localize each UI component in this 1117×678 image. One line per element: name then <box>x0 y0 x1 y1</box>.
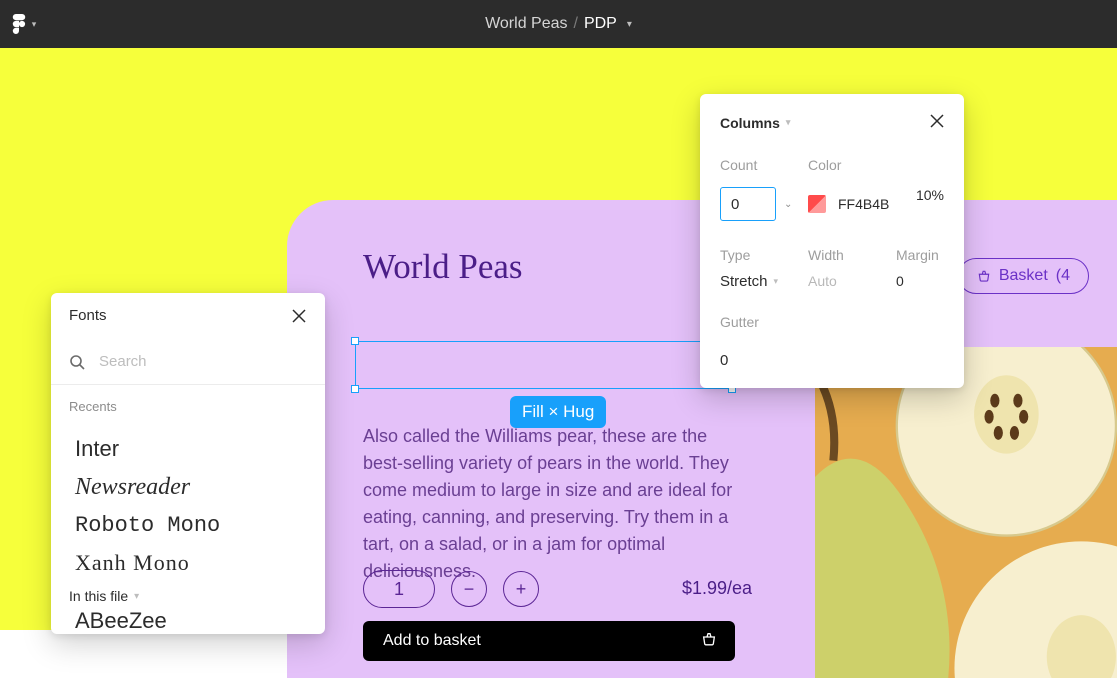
font-item[interactable]: Xanh Mono <box>51 544 325 582</box>
add-to-basket-label: Add to basket <box>383 632 481 650</box>
font-item[interactable]: ABeeZee <box>75 608 167 634</box>
font-item[interactable]: Roboto Mono <box>51 507 325 544</box>
product-description: Also called the Williams pear, these are… <box>363 423 743 585</box>
file-title: World Peas / PDP ▾ <box>0 15 1117 33</box>
gutter-value[interactable]: 0 <box>720 340 808 369</box>
figma-menu[interactable]: ▾ <box>0 14 48 34</box>
decrement-button[interactable]: − <box>451 571 487 607</box>
margin-value[interactable]: 0 <box>896 273 944 290</box>
font-search-input[interactable] <box>99 353 307 370</box>
chevron-down-icon: ▾ <box>786 117 791 128</box>
width-value: Auto <box>808 273 896 290</box>
resize-handle[interactable] <box>351 385 359 393</box>
font-item[interactable]: Inter <box>51 430 325 468</box>
close-button[interactable] <box>930 114 944 131</box>
search-icon <box>69 354 85 370</box>
type-label: Type <box>720 247 808 273</box>
columns-panel-title[interactable]: Columns ▾ <box>720 115 790 131</box>
count-label: Count <box>720 157 808 183</box>
color-hex[interactable]: FF4B4B <box>838 196 889 212</box>
chevron-down-icon: ▾ <box>134 591 139 602</box>
quantity-row: 1 − + <box>363 570 539 608</box>
chevron-down-icon[interactable]: ⌄ <box>784 199 792 210</box>
basket-count: (4 <box>1056 267 1070 285</box>
chevron-down-icon[interactable]: ▾ <box>627 19 632 30</box>
selection-outline[interactable] <box>355 341 732 389</box>
basket-button[interactable]: Basket (4 <box>958 258 1089 294</box>
font-item[interactable]: Newsreader <box>51 468 325 507</box>
columns-title-text: Columns <box>720 115 780 131</box>
count-input[interactable] <box>720 187 776 221</box>
chevron-down-icon: ▾ <box>32 19 37 30</box>
autolayout-badge: Fill × Hug <box>510 396 606 428</box>
close-button[interactable] <box>291 308 307 324</box>
brand-logo-text: World Peas <box>363 247 523 287</box>
recents-heading: Recents <box>51 385 325 420</box>
figma-icon <box>12 14 26 34</box>
increment-button[interactable]: + <box>503 571 539 607</box>
quantity-value: 1 <box>394 579 404 600</box>
recent-fonts-list: Inter Newsreader Roboto Mono Xanh Mono <box>51 420 325 584</box>
basket-icon <box>977 269 991 283</box>
canvas[interactable]: World Peas Shop file Basket (4 Also call… <box>0 48 1117 630</box>
resize-handle[interactable] <box>351 337 359 345</box>
columns-panel[interactable]: Columns ▾ Count Color ⌄ FF4B4B 10% Type … <box>700 94 964 388</box>
color-swatch[interactable] <box>808 195 826 213</box>
product-image <box>815 347 1117 678</box>
color-label: Color <box>808 157 944 183</box>
page-name[interactable]: PDP <box>584 15 617 33</box>
file-name[interactable]: World Peas <box>485 15 567 33</box>
quantity-display[interactable]: 1 <box>363 570 435 608</box>
color-opacity[interactable]: 10% <box>916 187 944 221</box>
basket-label: Basket <box>999 267 1048 285</box>
type-select[interactable]: Stretch ▾ <box>720 273 808 290</box>
in-this-file-label: In this file <box>69 588 128 604</box>
fonts-panel[interactable]: Fonts Recents Inter Newsreader Roboto Mo… <box>51 293 325 634</box>
price-label: $1.99/ea <box>682 578 752 599</box>
chevron-down-icon: ▾ <box>774 276 779 287</box>
add-to-basket-button[interactable]: Add to basket <box>363 621 735 661</box>
basket-icon <box>701 631 717 652</box>
breadcrumb-separator: / <box>574 15 578 33</box>
width-label: Width <box>808 247 896 273</box>
margin-label: Margin <box>896 247 944 273</box>
gutter-label: Gutter <box>720 314 808 340</box>
fonts-panel-title: Fonts <box>69 307 107 324</box>
type-value: Stretch <box>720 273 768 290</box>
top-bar: ▾ World Peas / PDP ▾ <box>0 0 1117 48</box>
in-this-file-section[interactable]: In this file ▾ <box>51 588 325 604</box>
